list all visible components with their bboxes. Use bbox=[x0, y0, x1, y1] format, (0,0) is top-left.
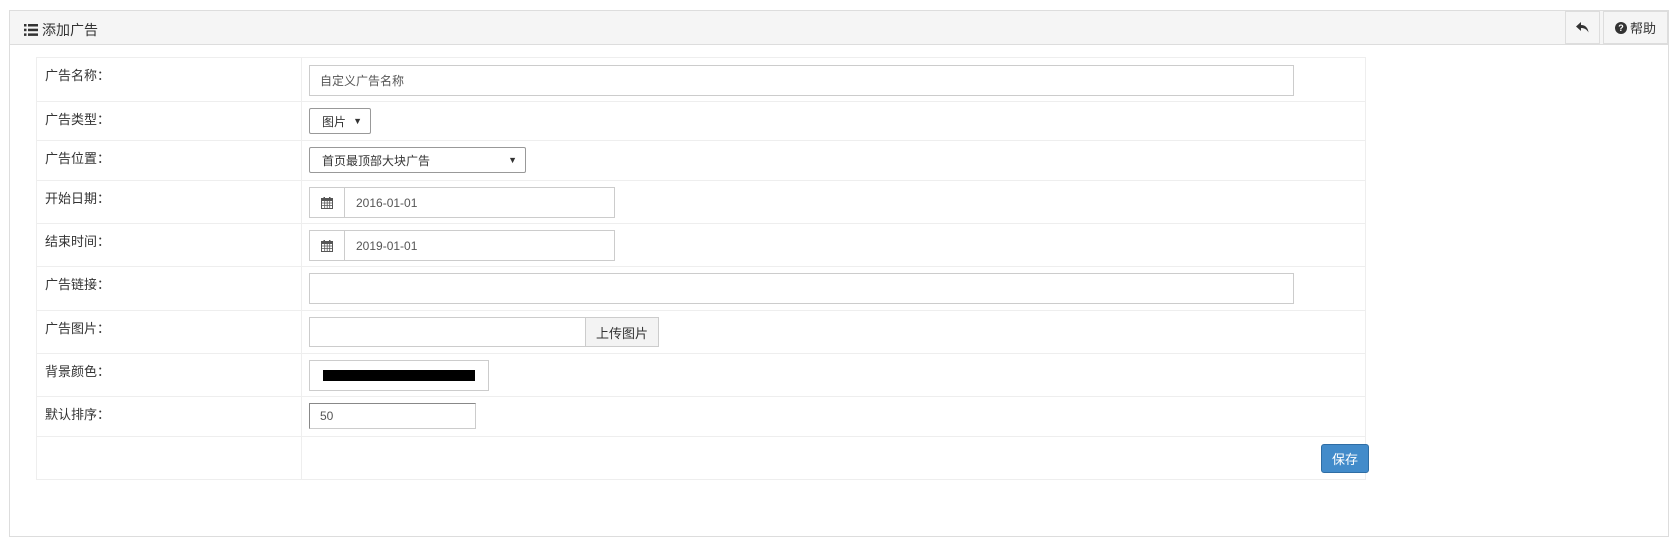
bg-color-picker[interactable] bbox=[309, 360, 489, 391]
form-row-start-date: 开始日期： 2016-01-01 bbox=[36, 180, 1366, 223]
ad-name-input[interactable]: 自定义广告名称 bbox=[309, 65, 1294, 96]
label-cell: 广告链接： bbox=[37, 267, 302, 310]
position-label: 广告位置： bbox=[45, 151, 111, 166]
name-label: 广告名称： bbox=[45, 68, 111, 83]
label-cell: 默认排序： bbox=[37, 397, 302, 436]
end-date-addon[interactable] bbox=[310, 231, 345, 260]
form-row-type: 广告类型： 图片 ▼ bbox=[36, 101, 1366, 140]
ad-name-placeholder: 自定义广告名称 bbox=[320, 74, 405, 88]
form-row-image: 广告图片： 上传图片 bbox=[36, 310, 1366, 353]
label-cell: 广告图片： bbox=[37, 311, 302, 353]
end-date-input[interactable]: 2019-01-01 bbox=[345, 231, 614, 260]
ad-link-input[interactable] bbox=[309, 273, 1294, 304]
start-date-input[interactable]: 2016-01-01 bbox=[345, 188, 614, 217]
ad-type-value: 图片 bbox=[322, 114, 347, 129]
bg-color-label: 背景颜色： bbox=[45, 364, 111, 379]
page-title: 添加广告 bbox=[24, 20, 98, 40]
form-row-position: 广告位置： 首页最顶部大块广告 ▼ bbox=[36, 140, 1366, 180]
reply-icon bbox=[1576, 22, 1589, 33]
label-cell: 背景颜色： bbox=[37, 354, 302, 396]
link-label: 广告链接： bbox=[45, 277, 111, 292]
panel-header: 添加广告 ? 帮助 bbox=[10, 11, 1668, 45]
form-row-link: 广告链接： bbox=[36, 266, 1366, 310]
upload-image-button[interactable]: 上传图片 bbox=[585, 317, 659, 347]
ad-image-input[interactable] bbox=[309, 317, 605, 347]
form-row-name: 广告名称： 自定义广告名称 bbox=[36, 57, 1366, 101]
calendar-icon bbox=[321, 239, 333, 252]
label-cell: 广告名称： bbox=[37, 58, 302, 101]
start-date-field[interactable]: 2016-01-01 bbox=[309, 187, 615, 218]
page-title-text: 添加广告 bbox=[42, 22, 98, 38]
label-cell: 广告类型： bbox=[37, 102, 302, 140]
form-row-order: 默认排序： 50 bbox=[36, 396, 1366, 436]
order-label: 默认排序： bbox=[45, 407, 111, 422]
end-date-label: 结束时间： bbox=[45, 234, 111, 249]
chevron-down-icon: ▼ bbox=[508, 155, 517, 165]
start-date-label: 开始日期： bbox=[45, 191, 111, 206]
form-row-end-date: 结束时间： 2019-01-01 bbox=[36, 223, 1366, 266]
question-circle-icon: ? bbox=[1614, 21, 1627, 34]
ad-position-value: 首页最顶部大块广告 bbox=[322, 153, 431, 168]
image-upload-group: 上传图片 bbox=[309, 317, 659, 347]
list-icon bbox=[24, 24, 38, 36]
calendar-icon bbox=[321, 196, 333, 209]
label-cell bbox=[37, 437, 302, 479]
back-button[interactable] bbox=[1565, 11, 1600, 44]
form-row-actions: 保存 bbox=[36, 436, 1369, 480]
ad-type-select[interactable]: 图片 ▼ bbox=[309, 108, 371, 134]
start-date-addon[interactable] bbox=[310, 188, 345, 217]
end-date-field[interactable]: 2019-01-01 bbox=[309, 230, 615, 261]
label-cell: 广告位置： bbox=[37, 141, 302, 180]
label-cell: 结束时间： bbox=[37, 224, 302, 266]
help-label: 帮助 bbox=[1629, 21, 1656, 36]
order-input[interactable]: 50 bbox=[309, 403, 476, 429]
ad-form: 广告名称： 自定义广告名称 广告类型： 图片 ▼ 广告位置： 首页最顶部大块广告… bbox=[36, 57, 1369, 503]
form-row-bg-color: 背景颜色： bbox=[36, 353, 1366, 396]
ad-position-select[interactable]: 首页最顶部大块广告 ▼ bbox=[309, 147, 526, 173]
add-ad-panel: 添加广告 ? 帮助 广告名称： 自定义广告名称 广告类型： 图片 ▼ 广告位置：… bbox=[9, 10, 1669, 537]
type-label: 广告类型： bbox=[45, 112, 111, 127]
image-label: 广告图片： bbox=[45, 321, 111, 336]
label-cell: 开始日期： bbox=[37, 181, 302, 223]
chevron-down-icon: ▼ bbox=[353, 116, 362, 126]
bg-color-swatch bbox=[323, 370, 475, 381]
help-button[interactable]: ? 帮助 bbox=[1603, 11, 1668, 44]
save-button[interactable]: 保存 bbox=[1321, 444, 1369, 473]
